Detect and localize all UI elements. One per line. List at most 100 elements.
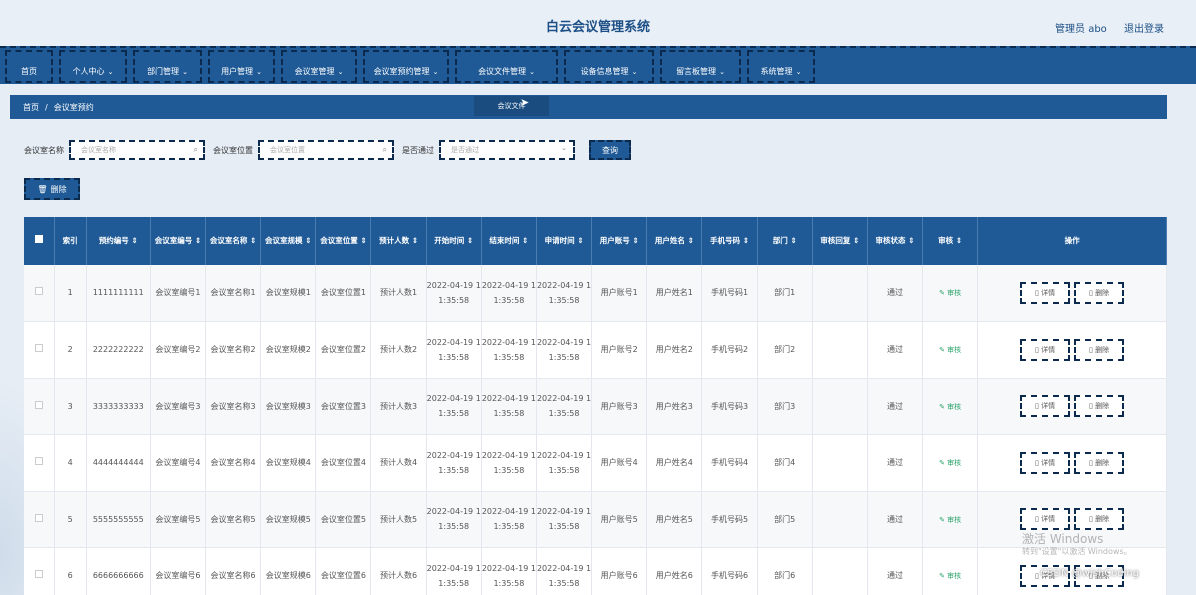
sort-icon[interactable]: ⇕ — [906, 236, 914, 245]
nav-item-1[interactable]: 个人中心 ⌄ — [59, 50, 127, 83]
breadcrumb-home[interactable]: 首页 — [23, 102, 39, 113]
nav-item-label: 会议室管理 — [294, 67, 335, 76]
audit-link[interactable]: 审核 — [947, 459, 961, 467]
batch-delete-button[interactable]: 🗑 删除 — [24, 178, 80, 200]
edit-icon: ✎ — [939, 459, 948, 468]
table-cell: 用户账号5 — [591, 491, 648, 548]
sort-icon[interactable]: ⇕ — [685, 236, 694, 245]
sort-icon[interactable]: ⇕ — [303, 236, 311, 245]
nav-item-4[interactable]: 会议室管理 ⌄ — [281, 50, 357, 83]
row-checkbox[interactable] — [34, 400, 43, 409]
audit-link[interactable]: 审核 — [947, 403, 961, 411]
row-checkbox[interactable] — [34, 570, 43, 579]
detail-label: 详情 — [1041, 402, 1056, 411]
row-checkbox[interactable] — [34, 287, 43, 296]
column-header[interactable]: 部门 ⇕ — [757, 217, 813, 265]
detail-button[interactable]: ▯ 详情 — [1020, 338, 1071, 361]
delete-button[interactable]: ▯ 删除 — [1074, 451, 1125, 474]
detail-button[interactable]: ▯ 详情 — [1020, 508, 1071, 531]
column-header[interactable]: 预约编号 ⇕ — [86, 217, 151, 265]
column-header[interactable]: 审核回复 ⇕ — [812, 217, 868, 265]
sort-icon[interactable]: ⇕ — [575, 236, 583, 245]
row-checkbox[interactable] — [34, 513, 43, 522]
nav-item-9[interactable]: 系统管理 ⌄ — [747, 50, 815, 83]
row-checkbox[interactable] — [34, 344, 43, 353]
nav-item-6[interactable]: 会议文件管理 ⌄ — [455, 50, 558, 83]
select-all-checkbox[interactable] — [34, 234, 43, 243]
table-cell: 用户姓名2 — [646, 321, 703, 379]
column-header[interactable]: 会议室规模 ⇕ — [260, 217, 317, 265]
column-header[interactable]: 审核状态 ⇕ — [867, 217, 924, 265]
actions-cell: ▯ 详情 ▯ 删除 — [977, 265, 1167, 322]
chevron-down-icon: ⌄ — [107, 67, 114, 76]
column-header[interactable]: 申请时间 ⇕ — [536, 217, 593, 265]
nav-item-5[interactable]: 会议室预约管理 ⌄ — [363, 50, 449, 83]
nav-item-0[interactable]: 首页 — [5, 50, 53, 83]
column-header[interactable]: 手机号码 ⇕ — [701, 217, 758, 265]
column-header[interactable]: 审核 ⇕ — [922, 217, 979, 265]
csdn-credit: CSDN @wishCoding — [1040, 568, 1140, 579]
delete-button[interactable]: ▯ 删除 — [1074, 338, 1125, 361]
nav-dropdown-tooltip[interactable]: 会议文件 — [474, 96, 549, 116]
column-header[interactable]: 会议室位置 ⇕ — [315, 217, 372, 265]
user-name[interactable]: 管理员 abo — [1055, 24, 1107, 35]
sort-icon[interactable]: ⇕ — [630, 236, 638, 245]
column-header-label: 用户姓名 — [654, 235, 685, 245]
table-cell: 用户账号6 — [591, 547, 648, 595]
nav-item-label: 会议室预约管理 — [373, 67, 430, 76]
table-cell: 用户账号4 — [591, 434, 648, 492]
detail-button[interactable]: ▯ 详情 — [1020, 282, 1071, 304]
logout-link[interactable]: 退出登录 — [1124, 24, 1164, 35]
table-cell: 会议室名称3 — [205, 378, 262, 435]
nav-item-2[interactable]: 部门管理 ⌄ — [133, 50, 202, 83]
column-header[interactable]: 用户账号 ⇕ — [591, 217, 648, 265]
audit-link[interactable]: 审核 — [947, 346, 961, 354]
nav-item-8[interactable]: 留言板管理 ⌄ — [660, 50, 741, 83]
sort-icon[interactable]: ⇕ — [409, 236, 418, 245]
nav-item-label: 留言板管理 — [676, 67, 717, 76]
nav-item-7[interactable]: 设备信息管理 ⌄ — [564, 50, 654, 83]
detail-button[interactable]: ▯ 详情 — [1020, 395, 1071, 418]
chevron-down-icon: ⌄ — [719, 67, 725, 76]
column-header[interactable]: 结束时间 ⇕ — [481, 217, 537, 265]
column-header[interactable]: 会议室名称 ⇕ — [205, 217, 262, 265]
sort-icon[interactable]: ⇕ — [850, 236, 859, 245]
column-header[interactable]: 开始时间 ⇕ — [426, 217, 482, 265]
column-header[interactable]: 会议室编号 ⇕ — [150, 217, 207, 265]
nav-item-3[interactable]: 用户管理 ⌄ — [208, 50, 275, 83]
delete-button[interactable]: ▯ 删除 — [1074, 395, 1125, 418]
sort-icon[interactable]: ⇕ — [247, 236, 256, 245]
detail-button[interactable]: ▯ 详情 — [1020, 451, 1071, 474]
delete-button[interactable]: ▯ 删除 — [1074, 508, 1125, 531]
room-location-placeholder: 会议室位置 — [270, 146, 305, 154]
room-name-input[interactable]: 会议室名称 ⌕ — [69, 140, 205, 160]
sort-icon[interactable]: ⇕ — [953, 236, 962, 245]
room-location-input[interactable]: 会议室位置 ⌕ — [258, 140, 394, 160]
delete-button[interactable]: ▯ 删除 — [1074, 282, 1125, 304]
sort-icon[interactable]: ⇕ — [192, 236, 201, 245]
table-cell[interactable]: ✎ 审核 — [922, 491, 979, 548]
sort-icon[interactable]: ⇕ — [464, 236, 473, 245]
table-cell: 通过 — [867, 378, 924, 435]
audit-link[interactable]: 审核 — [947, 516, 961, 524]
audit-link[interactable]: 审核 — [947, 289, 961, 297]
table-cell: 通过 — [867, 434, 924, 492]
sort-icon[interactable]: ⇕ — [788, 236, 796, 245]
audit-link[interactable]: 审核 — [947, 572, 961, 580]
table-cell[interactable]: ✎ 审核 — [922, 321, 979, 379]
sort-icon[interactable]: ⇕ — [740, 236, 749, 245]
column-header[interactable]: 预计人数 ⇕ — [370, 217, 427, 265]
table-cell: 手机号码2 — [701, 321, 758, 379]
sort-icon[interactable]: ⇕ — [129, 236, 137, 245]
column-header[interactable]: 用户姓名 ⇕ — [646, 217, 703, 265]
table-cell[interactable]: ✎ 审核 — [922, 547, 979, 595]
sort-icon[interactable]: ⇕ — [519, 236, 528, 245]
table-cell[interactable]: ✎ 审核 — [922, 378, 979, 435]
row-checkbox[interactable] — [34, 457, 43, 466]
column-header-label: 手机号码 — [710, 235, 741, 245]
table-cell[interactable]: ✎ 审核 — [922, 265, 979, 322]
approved-select[interactable]: 是否通过 ⌄ — [439, 140, 575, 160]
search-button[interactable]: 查询 — [589, 140, 631, 160]
sort-icon[interactable]: ⇕ — [358, 236, 366, 245]
table-cell[interactable]: ✎ 审核 — [922, 434, 979, 492]
